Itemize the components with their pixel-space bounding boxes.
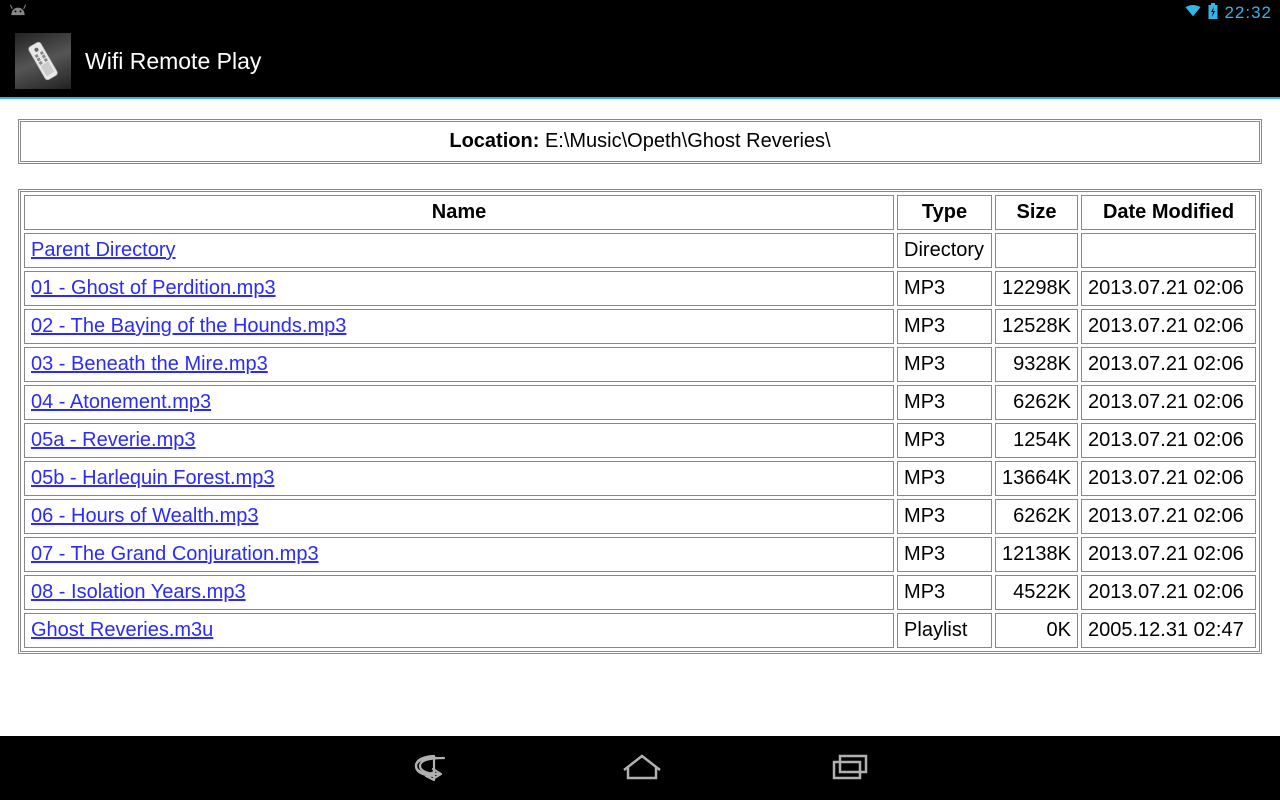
file-link[interactable]: Parent Directory: [31, 239, 176, 261]
file-link[interactable]: 08 - Isolation Years.mp3: [31, 581, 246, 603]
app-icon: [15, 33, 71, 89]
file-link[interactable]: 06 - Hours of Wealth.mp3: [31, 505, 259, 527]
file-type: MP3: [897, 347, 992, 382]
file-date: 2013.07.21 02:06: [1081, 537, 1256, 572]
file-type: MP3: [897, 271, 992, 306]
file-type: MP3: [897, 537, 992, 572]
table-row: 05b - Harlequin Forest.mp3 MP313664K2013.…: [24, 461, 1256, 496]
app-bar: Wifi Remote Play: [0, 25, 1280, 99]
table-row: 05a - Reverie.mp3 MP31254K2013.07.21 02:0…: [24, 423, 1256, 458]
file-type: Directory: [897, 233, 992, 268]
col-header-name: Name: [24, 195, 894, 230]
file-date: 2013.07.21 02:06: [1081, 423, 1256, 458]
col-header-size: Size: [995, 195, 1078, 230]
file-table: Name Type Size Date Modified Parent Dire…: [18, 189, 1262, 654]
table-row: 03 - Beneath the Mire.mp3 MP39328K2013.07…: [24, 347, 1256, 382]
file-size: 12138K: [995, 537, 1078, 572]
file-size: 12298K: [995, 271, 1078, 306]
file-link[interactable]: 01 - Ghost of Perdition.mp3: [31, 277, 276, 299]
file-date: 2005.12.31 02:47: [1081, 613, 1256, 648]
file-date: 2013.07.21 02:06: [1081, 271, 1256, 306]
file-type: MP3: [897, 423, 992, 458]
col-header-type: Type: [897, 195, 992, 230]
table-row: 04 - Atonement.mp3 MP36262K2013.07.21 02:…: [24, 385, 1256, 420]
file-type: MP3: [897, 499, 992, 534]
file-size: 12528K: [995, 309, 1078, 344]
file-size: 13664K: [995, 461, 1078, 496]
file-link[interactable]: 04 - Atonement.mp3: [31, 391, 211, 413]
file-type: MP3: [897, 309, 992, 344]
recent-apps-button[interactable]: [826, 750, 874, 787]
file-size: 6262K: [995, 499, 1078, 534]
back-button[interactable]: [406, 750, 458, 787]
file-link[interactable]: 05a - Reverie.mp3: [31, 429, 196, 451]
file-type: MP3: [897, 385, 992, 420]
wifi-icon: [1184, 4, 1202, 21]
file-date: 2013.07.21 02:06: [1081, 499, 1256, 534]
location-label: Location:: [449, 130, 539, 152]
table-row: Parent Directory Directory: [24, 233, 1256, 268]
android-icon: [8, 3, 28, 22]
file-link[interactable]: Ghost Reveries.m3u: [31, 619, 213, 641]
status-bar: 22:32: [0, 0, 1280, 25]
table-row: 07 - The Grand Conjuration.mp3 MP312138K2…: [24, 537, 1256, 572]
content-area: Location: E:\Music\Opeth\Ghost Reveries\…: [0, 99, 1280, 674]
table-row: 08 - Isolation Years.mp3 MP34522K2013.07.…: [24, 575, 1256, 610]
file-link[interactable]: 05b - Harlequin Forest.mp3: [31, 467, 274, 489]
app-title: Wifi Remote Play: [85, 48, 261, 75]
file-link[interactable]: 07 - The Grand Conjuration.mp3: [31, 543, 319, 565]
file-date: 2013.07.21 02:06: [1081, 347, 1256, 382]
file-date: 2013.07.21 02:06: [1081, 461, 1256, 496]
location-path: E:\Music\Opeth\Ghost Reveries\: [545, 130, 831, 152]
file-size: 4522K: [995, 575, 1078, 610]
file-size: 9328K: [995, 347, 1078, 382]
file-size: [995, 233, 1078, 268]
table-row: Ghost Reveries.m3u Playlist0K2005.12.31 0…: [24, 613, 1256, 648]
nav-bar: [0, 736, 1280, 800]
clock: 22:32: [1224, 3, 1272, 23]
file-size: 6262K: [995, 385, 1078, 420]
table-row: 02 - The Baying of the Hounds.mp3 MP31252…: [24, 309, 1256, 344]
file-link[interactable]: 03 - Beneath the Mire.mp3: [31, 353, 268, 375]
file-type: MP3: [897, 575, 992, 610]
battery-charging-icon: [1208, 3, 1218, 22]
file-date: 2013.07.21 02:06: [1081, 309, 1256, 344]
file-size: 1254K: [995, 423, 1078, 458]
location-box: Location: E:\Music\Opeth\Ghost Reveries\: [18, 119, 1262, 164]
file-date: 2013.07.21 02:06: [1081, 575, 1256, 610]
file-size: 0K: [995, 613, 1078, 648]
file-type: Playlist: [897, 613, 992, 648]
table-row: 06 - Hours of Wealth.mp3 MP36262K2013.07.…: [24, 499, 1256, 534]
file-link[interactable]: 02 - The Baying of the Hounds.mp3: [31, 315, 346, 337]
home-button[interactable]: [618, 750, 666, 787]
col-header-date: Date Modified: [1081, 195, 1256, 230]
table-row: 01 - Ghost of Perdition.mp3 MP312298K2013…: [24, 271, 1256, 306]
file-type: MP3: [897, 461, 992, 496]
file-date: 2013.07.21 02:06: [1081, 385, 1256, 420]
file-date: [1081, 233, 1256, 268]
